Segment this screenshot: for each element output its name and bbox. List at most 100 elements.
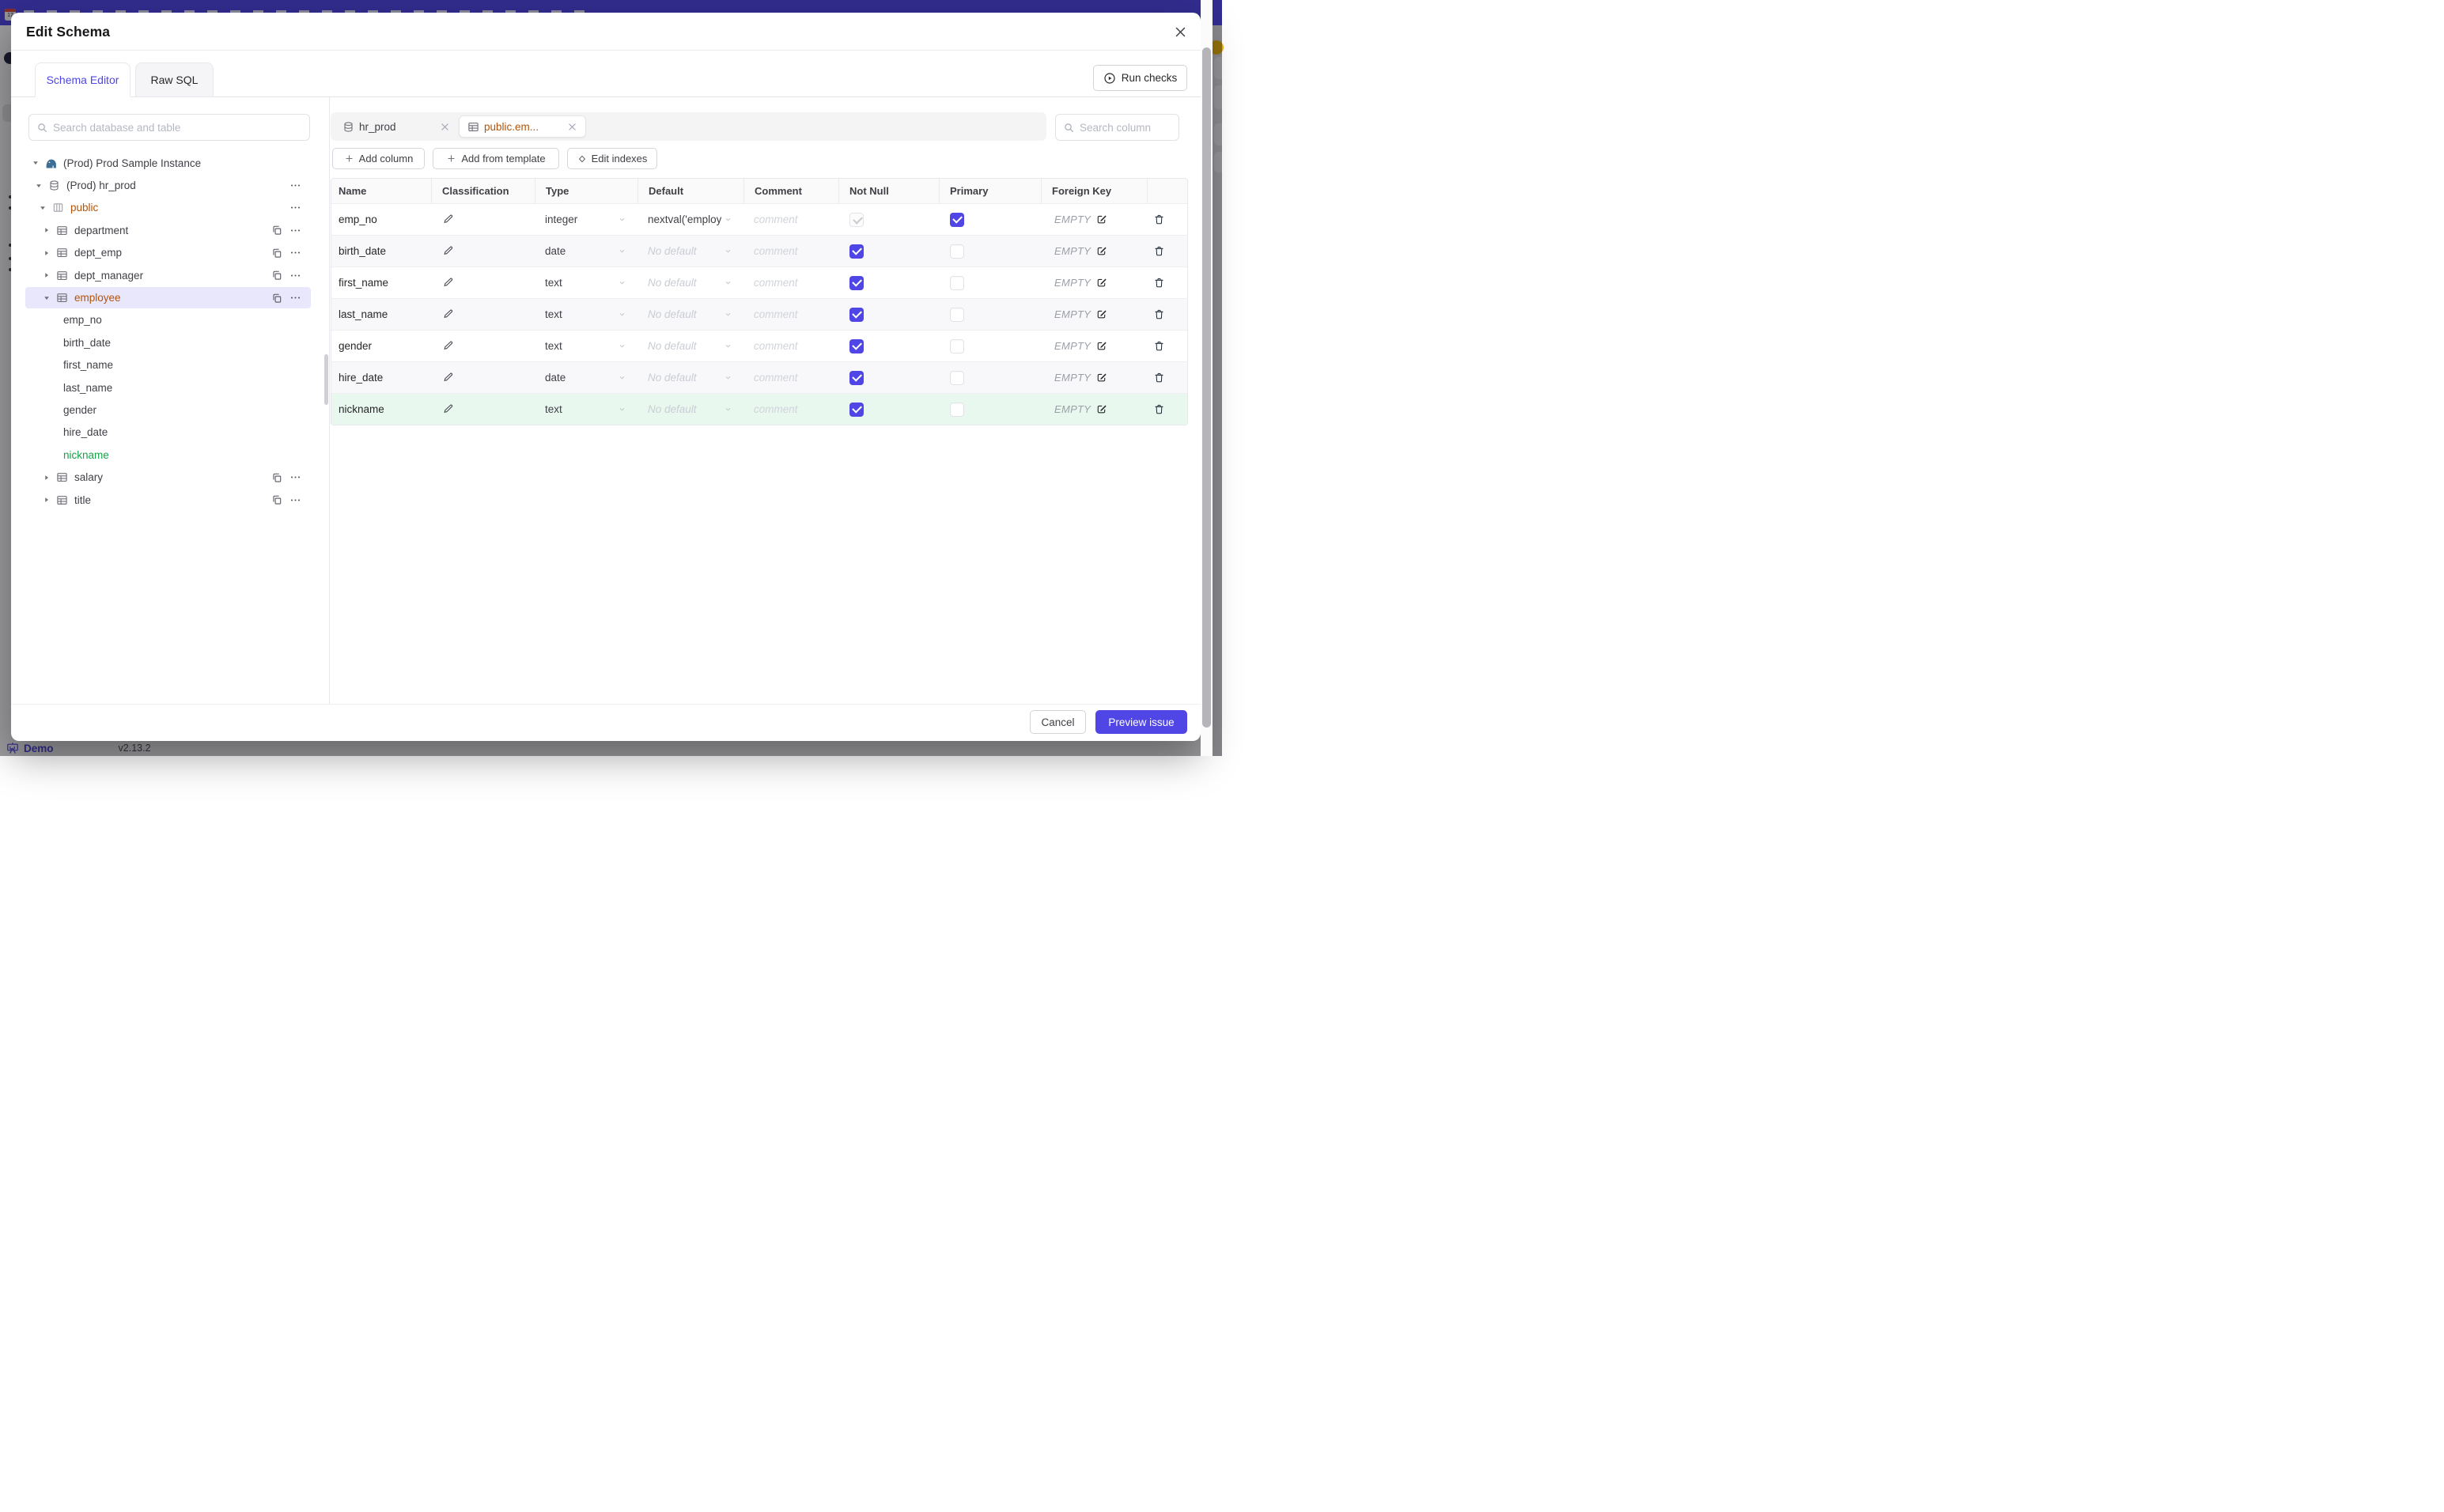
primary-checkbox[interactable]	[950, 275, 964, 290]
delete-column-icon[interactable]	[1153, 245, 1165, 257]
column-name-cell[interactable]: gender	[331, 331, 431, 361]
tree-item-birth_date[interactable]: birth_date	[11, 331, 329, 353]
tree-scrollbar-thumb[interactable]	[324, 354, 328, 405]
add-column-button[interactable]: Add column	[332, 148, 425, 169]
tree-item-emp_no[interactable]: emp_no	[11, 309, 329, 331]
not-null-checkbox[interactable]	[849, 275, 864, 290]
type-select[interactable]: integer	[535, 204, 637, 235]
add-from-template-button[interactable]: Add from template	[433, 148, 559, 169]
delete-column-icon[interactable]	[1153, 372, 1165, 384]
caret-down-icon[interactable]	[41, 293, 52, 304]
pencil-icon[interactable]	[442, 245, 454, 257]
type-select[interactable]: text	[535, 267, 637, 298]
copy-icon[interactable]	[271, 225, 282, 236]
search-database-input[interactable]	[29, 115, 309, 140]
tree-item-public[interactable]: public	[11, 197, 329, 219]
column-name-cell[interactable]: last_name	[331, 299, 431, 330]
edit-indexes-button[interactable]: Edit indexes	[567, 148, 657, 169]
edit-foreign-key-icon[interactable]	[1095, 245, 1107, 257]
pencil-icon[interactable]	[442, 372, 454, 384]
pencil-icon[interactable]	[442, 277, 454, 289]
tree-item-title[interactable]: title	[11, 489, 329, 511]
not-null-checkbox[interactable]	[849, 402, 864, 417]
default-select[interactable]: No default	[637, 362, 743, 393]
copy-icon[interactable]	[271, 293, 282, 304]
default-select[interactable]: No default	[637, 394, 743, 425]
not-null-checkbox[interactable]	[849, 370, 864, 385]
cancel-button[interactable]: Cancel	[1030, 710, 1086, 734]
more-options-icon[interactable]	[289, 180, 301, 191]
pencil-icon[interactable]	[442, 340, 454, 352]
tree-item-salary[interactable]: salary	[11, 466, 329, 488]
tree-item-employee[interactable]: employee	[11, 286, 329, 309]
pencil-icon[interactable]	[442, 308, 454, 320]
tree-item-hire_date[interactable]: hire_date	[11, 421, 329, 444]
preview-issue-button[interactable]: Preview issue	[1095, 710, 1187, 734]
delete-column-icon[interactable]	[1153, 308, 1165, 320]
edit-foreign-key-icon[interactable]	[1095, 403, 1107, 415]
more-options-icon[interactable]	[289, 202, 301, 214]
pencil-icon[interactable]	[442, 214, 454, 225]
column-name-cell[interactable]: hire_date	[331, 362, 431, 393]
tree-item-first_name[interactable]: first_name	[11, 354, 329, 376]
page-scrollbar-thumb[interactable]	[1202, 47, 1211, 728]
not-null-checkbox[interactable]	[849, 307, 864, 322]
more-options-icon[interactable]	[289, 225, 301, 236]
caret-right-icon[interactable]	[41, 494, 52, 505]
editor-tab-hr_prod[interactable]: hr_prod	[335, 115, 458, 138]
type-select[interactable]: text	[535, 331, 637, 361]
tree-item-nickname[interactable]: nickname	[11, 444, 329, 466]
not-null-checkbox[interactable]	[849, 212, 864, 227]
close-tab-icon[interactable]	[567, 122, 577, 132]
column-name-cell[interactable]: birth_date	[331, 236, 431, 266]
primary-checkbox[interactable]	[950, 307, 964, 322]
not-null-checkbox[interactable]	[849, 244, 864, 259]
delete-column-icon[interactable]	[1153, 277, 1165, 289]
copy-icon[interactable]	[271, 248, 282, 259]
copy-icon[interactable]	[271, 494, 282, 505]
column-name-cell[interactable]: first_name	[331, 267, 431, 298]
delete-column-icon[interactable]	[1153, 403, 1165, 415]
page-scrollbar[interactable]	[1201, 0, 1213, 756]
edit-foreign-key-icon[interactable]	[1095, 308, 1107, 320]
caret-right-icon[interactable]	[41, 270, 52, 281]
tree-item-dept_manager[interactable]: dept_manager	[11, 264, 329, 286]
caret-right-icon[interactable]	[41, 248, 52, 259]
default-select[interactable]: No default	[637, 331, 743, 361]
tree-item-(Prod) hr_prod[interactable]: (Prod) hr_prod	[11, 174, 329, 196]
type-select[interactable]: date	[535, 362, 637, 393]
edit-foreign-key-icon[interactable]	[1095, 372, 1107, 384]
edit-foreign-key-icon[interactable]	[1095, 214, 1107, 225]
tree-item-(Prod) Prod Sample Instance[interactable]: (Prod) Prod Sample Instance	[11, 152, 329, 174]
comment-input[interactable]: comment	[743, 362, 838, 393]
primary-checkbox[interactable]	[950, 244, 964, 259]
type-select[interactable]: text	[535, 299, 637, 330]
primary-checkbox[interactable]	[950, 402, 964, 417]
comment-input[interactable]: comment	[743, 299, 838, 330]
default-select[interactable]: No default	[637, 236, 743, 266]
copy-icon[interactable]	[271, 472, 282, 483]
more-options-icon[interactable]	[289, 270, 301, 282]
default-select[interactable]: No default	[637, 299, 743, 330]
primary-checkbox[interactable]	[950, 370, 964, 385]
type-select[interactable]: date	[535, 236, 637, 266]
primary-checkbox[interactable]	[950, 212, 964, 227]
caret-right-icon[interactable]	[41, 225, 52, 236]
more-options-icon[interactable]	[289, 494, 301, 506]
column-name-cell[interactable]: nickname	[331, 394, 431, 425]
close-icon[interactable]	[1171, 23, 1189, 40]
close-tab-icon[interactable]	[440, 122, 450, 132]
comment-input[interactable]: comment	[743, 331, 838, 361]
run-checks-button[interactable]: Run checks	[1093, 65, 1187, 91]
caret-right-icon[interactable]	[41, 472, 52, 483]
more-options-icon[interactable]	[289, 292, 301, 304]
edit-foreign-key-icon[interactable]	[1095, 340, 1107, 352]
tree-item-last_name[interactable]: last_name	[11, 376, 329, 399]
tree-item-department[interactable]: department	[11, 219, 329, 241]
caret-down-icon[interactable]	[30, 157, 41, 168]
column-name-cell[interactable]: emp_no	[331, 204, 431, 235]
tree-item-gender[interactable]: gender	[11, 399, 329, 421]
more-options-icon[interactable]	[289, 471, 301, 483]
copy-icon[interactable]	[271, 270, 282, 281]
not-null-checkbox[interactable]	[849, 338, 864, 353]
